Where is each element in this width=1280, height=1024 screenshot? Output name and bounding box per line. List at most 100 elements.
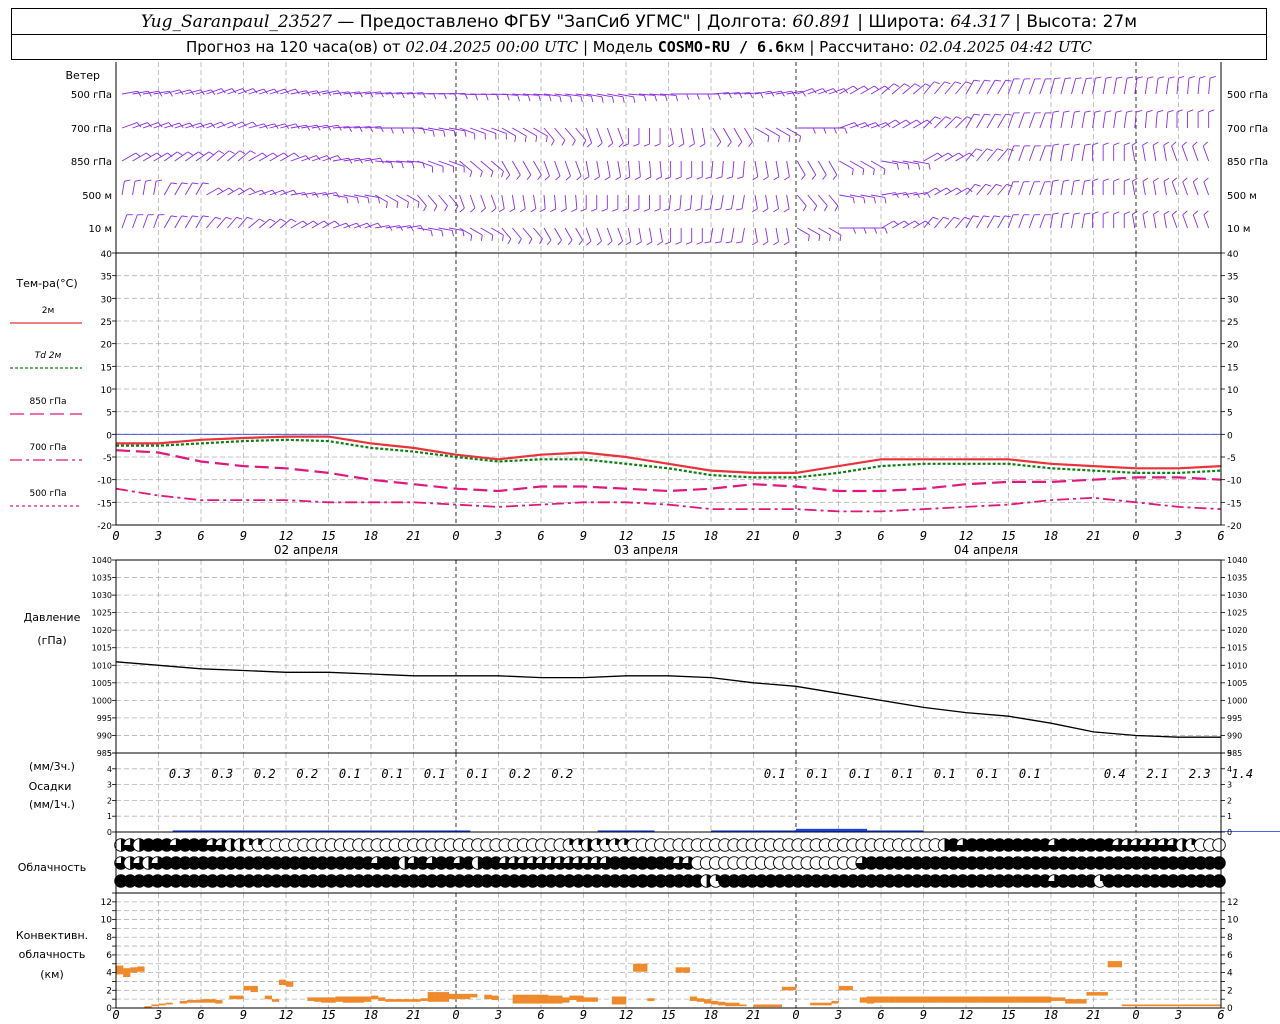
wind-barb-flag (202, 215, 209, 218)
wind-barb (1039, 78, 1046, 95)
wind-barb (1018, 214, 1024, 229)
x-tick-label-bottom: 9 (580, 1008, 587, 1022)
wind-barb (881, 83, 895, 95)
conv-bar (725, 1002, 733, 1007)
wind-barb-flag (453, 130, 456, 137)
wind-barb-flag (1146, 109, 1153, 113)
x-tick-label: 0 (1132, 529, 1139, 543)
conv-bar (711, 1000, 719, 1005)
wind-barb-flag (356, 197, 359, 204)
wind-barb-flag (717, 93, 721, 100)
wind-barb (679, 194, 682, 209)
wind-barb-flag (1193, 177, 1199, 183)
wind-barb (511, 160, 521, 176)
wind-barb (511, 194, 516, 209)
wind-barb-flag (443, 93, 447, 100)
conv-tick-label-left: 2 (106, 986, 112, 996)
wind-barb-flag (714, 208, 722, 211)
wind-barb-flag (1142, 141, 1148, 146)
wind-barb-flag (346, 197, 349, 204)
wind-barb-flag (314, 192, 319, 198)
temp-tick-label-right: 35 (1227, 273, 1238, 283)
wind-barb (438, 194, 448, 207)
conv-bar (420, 998, 428, 1001)
wind-barb (564, 227, 573, 241)
pressure-tick-label-left: 1040 (92, 556, 112, 565)
wind-barb-flag (946, 187, 952, 193)
wind-barb-flag (813, 205, 818, 212)
conv-bar (208, 999, 216, 1003)
conv-bar (441, 992, 450, 1002)
wind-barb-flag (501, 171, 504, 178)
conv-bar (739, 1004, 747, 1007)
wind-barb-flag (624, 176, 630, 180)
wind-barb (174, 215, 183, 229)
wind-barb-flag (762, 241, 769, 246)
temp-tick-label-left: 15 (101, 363, 112, 373)
x-tick-label-bottom: 3 (494, 1008, 502, 1022)
wind-barb (174, 151, 189, 162)
precip-tick-label-left: 3 (107, 781, 112, 790)
wind-barb (1018, 112, 1025, 129)
wind-barb-flag (893, 83, 900, 87)
conv-bar (328, 997, 336, 1003)
wind-barb (1018, 181, 1024, 196)
wind-barb-flag (657, 241, 663, 246)
conv-tick-label-right: 12 (1227, 898, 1238, 908)
precip-title: Осадки (29, 780, 72, 793)
precip-tick-label-left: 0 (107, 828, 112, 837)
wind-barb-flag (1163, 210, 1170, 215)
wind-barb (469, 194, 476, 209)
x-tick-label-bottom: 21 (746, 1008, 760, 1022)
precip-3h-label: 0.1 (934, 767, 956, 781)
wind-barb-flag (1063, 179, 1070, 182)
conv-bar (250, 985, 258, 993)
pressure-tick-label-right: 1005 (1227, 679, 1247, 688)
wind-barb-flag (388, 225, 393, 231)
conv-bar (526, 994, 535, 1004)
wind-barb (944, 216, 955, 229)
x-tick-label-bottom: 6 (1217, 1008, 1224, 1022)
wind-barb-flag (916, 119, 922, 125)
conv-bar (378, 997, 386, 1001)
wind-barb-flag (863, 85, 869, 91)
precip-3h-label: 0.1 (976, 767, 998, 781)
wind-barb-flag (918, 163, 921, 170)
wind-barb-flag (596, 240, 602, 246)
wind-barb-flag (1153, 177, 1159, 182)
wind-barb (786, 194, 790, 209)
wind-barb-flag (597, 142, 603, 148)
wind-barb-flag (839, 234, 842, 241)
conv-bar (569, 995, 577, 1001)
wind-barb-flag (654, 143, 661, 147)
wind-barb-flag (612, 208, 619, 212)
wind-barb-flag (146, 152, 152, 158)
wind-barb-flag (928, 163, 931, 170)
wind-barb-flag (1188, 75, 1195, 79)
conv-bar (158, 1003, 166, 1006)
wind-barb (459, 160, 473, 172)
wind-barb-flag (783, 241, 790, 246)
wind-barb (121, 214, 128, 229)
conv-bar (413, 999, 421, 1002)
x-tick-label: 6 (877, 529, 884, 543)
conv-bar (151, 1004, 159, 1007)
wind-barb-flag (811, 174, 817, 180)
conv-bar (1001, 996, 1009, 1003)
wind-barb (659, 160, 662, 177)
wind-barb-flag (874, 227, 878, 234)
wind-barb-flag (528, 238, 533, 245)
wind-barb-flag (591, 96, 594, 103)
wind-barb-flag (250, 150, 256, 154)
wind-barb-flag (822, 174, 827, 180)
wind-barb-flag (633, 143, 640, 147)
wind-barb (490, 160, 504, 172)
wind-barb-flag (1084, 212, 1091, 215)
wind-barb-flag (551, 140, 555, 146)
conv-bar (186, 1000, 195, 1003)
wind-barb-flag (538, 95, 541, 102)
conv-bar (1072, 999, 1080, 1004)
wind-barb-flag (696, 93, 700, 100)
wind-barb-flag (407, 201, 409, 208)
wind-barb-flag (1052, 212, 1059, 215)
